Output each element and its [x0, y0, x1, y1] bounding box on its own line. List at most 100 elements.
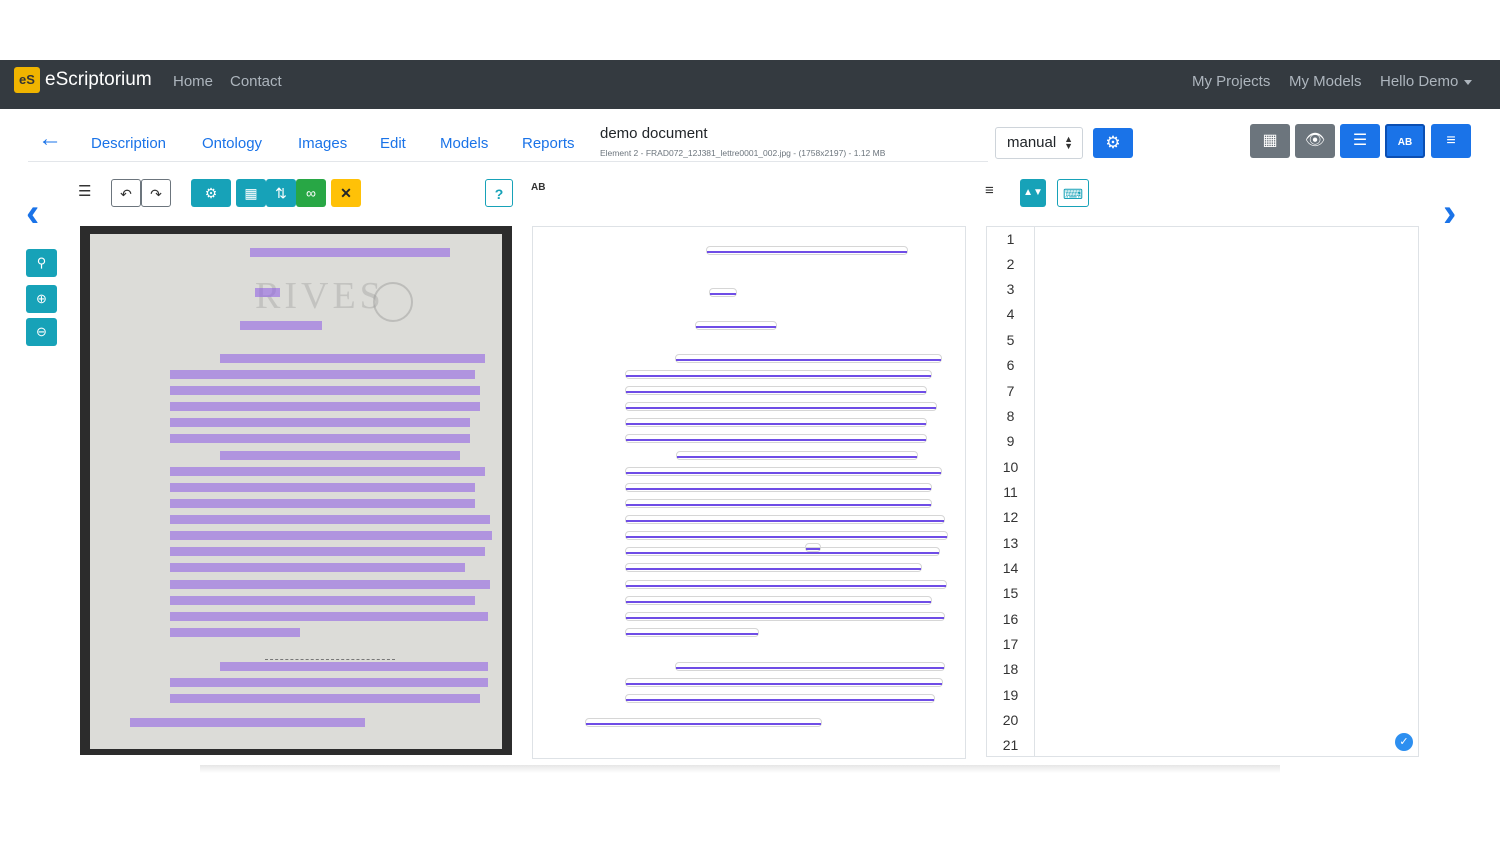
line-segment[interactable] [625, 402, 937, 411]
tab-images[interactable]: Images [298, 135, 347, 152]
line-segment[interactable] [625, 515, 945, 524]
line-segment[interactable] [625, 483, 932, 492]
line-highlight[interactable] [170, 370, 475, 379]
separator-line [265, 659, 395, 660]
line-highlight[interactable] [170, 531, 492, 540]
line-segment[interactable] [625, 434, 927, 443]
line-highlight[interactable] [170, 515, 490, 524]
segmentation-settings-button[interactable]: ⚙ [191, 179, 231, 207]
reorder-lines-button[interactable]: ⇅ [266, 179, 296, 207]
tab-models[interactable]: Models [440, 135, 488, 152]
zoom-out-button[interactable]: ⊖ [26, 318, 57, 346]
line-segment[interactable] [625, 499, 932, 508]
toggle-segmentation-button[interactable]: ☰ [1340, 124, 1380, 158]
line-highlight[interactable] [170, 596, 475, 605]
line-segment[interactable] [625, 580, 947, 589]
caret-down-icon [1464, 79, 1473, 85]
line-segment[interactable] [625, 694, 935, 703]
line-segment[interactable] [676, 451, 918, 460]
escriptorium-logo-icon[interactable]: eS [14, 67, 40, 93]
line-segment[interactable] [625, 467, 942, 476]
line-highlight[interactable] [170, 434, 470, 443]
line-highlight[interactable] [170, 467, 485, 476]
line-segment[interactable] [585, 718, 822, 727]
line-highlight[interactable] [220, 451, 460, 460]
toggle-visualisation-button[interactable]: 👁 [1295, 124, 1335, 158]
line-highlight[interactable] [170, 386, 480, 395]
document-page-image[interactable]: RIVES [90, 234, 502, 749]
line-segment[interactable] [625, 628, 759, 637]
line-number: 2 [1006, 256, 1015, 272]
nav-home-link[interactable]: Home [173, 73, 213, 90]
line-segment[interactable] [625, 386, 927, 395]
line-highlight[interactable] [170, 563, 465, 572]
diplomatic-transcription-panel[interactable]: 1 2 3 4 5 6 7 8 9 10 11 12 13 14 15 16 1… [986, 226, 1419, 757]
tab-description[interactable]: Description [91, 135, 166, 152]
toggle-regions-button[interactable]: ▦ [236, 179, 266, 207]
toggle-diplomatic-button[interactable]: ≡ [1431, 124, 1471, 158]
line-segment[interactable] [675, 662, 945, 671]
line-highlight[interactable] [130, 718, 365, 727]
tab-ontology[interactable]: Ontology [202, 135, 262, 152]
line-highlight[interactable] [170, 418, 470, 427]
nav-my-projects-link[interactable]: My Projects [1192, 73, 1270, 90]
line-segment[interactable] [625, 531, 948, 540]
line-highlight[interactable] [220, 354, 485, 363]
segmentation-panel-icon: ☰ [78, 183, 92, 200]
line-segment[interactable] [625, 612, 945, 621]
line-highlight[interactable] [170, 483, 475, 492]
redo-button[interactable]: ↷ [141, 179, 171, 207]
zoom-reset-button[interactable]: ⚲ [26, 249, 57, 277]
segmentation-panel[interactable] [532, 226, 966, 759]
line-highlight[interactable] [250, 248, 450, 257]
line-segment[interactable] [625, 418, 927, 427]
line-highlight[interactable] [170, 402, 480, 411]
line-segment[interactable] [625, 596, 932, 605]
user-menu-dropdown[interactable]: Hello Demo [1380, 73, 1473, 90]
tab-reports[interactable]: Reports [522, 135, 575, 152]
line-segment[interactable] [695, 321, 777, 330]
line-segment[interactable] [625, 678, 943, 687]
zoom-in-button[interactable]: ⊕ [26, 285, 57, 313]
line-highlight[interactable] [170, 547, 485, 556]
undo-button[interactable]: ↶ [111, 179, 141, 207]
nav-contact-link[interactable]: Contact [230, 73, 282, 90]
delete-selection-button[interactable]: ✕ [331, 179, 361, 207]
line-segment[interactable] [675, 354, 942, 363]
line-number: 19 [1002, 687, 1019, 703]
line-segment[interactable] [625, 370, 932, 379]
line-segment[interactable] [709, 288, 737, 297]
gears-icon: ⚙ [204, 185, 218, 201]
nav-my-models-link[interactable]: My Models [1289, 73, 1362, 90]
sort-lines-button[interactable]: ▲▼ [1020, 179, 1046, 207]
line-highlight[interactable] [170, 694, 480, 703]
line-highlight[interactable] [170, 678, 488, 687]
line-highlight[interactable] [240, 321, 322, 330]
line-segment[interactable] [625, 563, 922, 572]
line-segment[interactable] [706, 246, 908, 255]
line-segment[interactable] [625, 547, 940, 556]
virtual-keyboard-button[interactable]: ⌨ [1057, 179, 1089, 207]
line-number: 8 [1006, 408, 1015, 424]
line-highlight[interactable] [170, 628, 300, 637]
line-highlight[interactable] [170, 499, 475, 508]
transcription-settings-button[interactable]: ⚙ [1093, 128, 1133, 158]
line-highlight[interactable] [170, 612, 488, 621]
tab-edit[interactable]: Edit [380, 135, 406, 152]
line-number: 12 [1002, 509, 1019, 525]
help-button[interactable]: ? [485, 179, 513, 207]
next-part-icon[interactable]: › [1443, 193, 1456, 233]
line-highlight[interactable] [170, 580, 490, 589]
previous-part-icon[interactable]: ‹ [26, 193, 39, 233]
text-ab-icon: AB [1397, 137, 1413, 148]
line-highlight[interactable] [255, 288, 280, 297]
toggle-masks-button[interactable]: ∞ [296, 179, 326, 207]
toggle-source-panel-button[interactable]: ▦ [1250, 124, 1290, 158]
line-highlight[interactable] [220, 662, 488, 671]
transcription-select[interactable]: manual ▲ ▼ [995, 127, 1083, 159]
back-arrow-icon[interactable]: ← [38, 127, 62, 151]
toggle-transcription-button[interactable]: AB [1385, 124, 1425, 158]
brand-name[interactable]: eScriptorium [45, 69, 152, 91]
line-number: 13 [1002, 535, 1019, 551]
source-image-panel[interactable]: RIVES [80, 226, 512, 755]
